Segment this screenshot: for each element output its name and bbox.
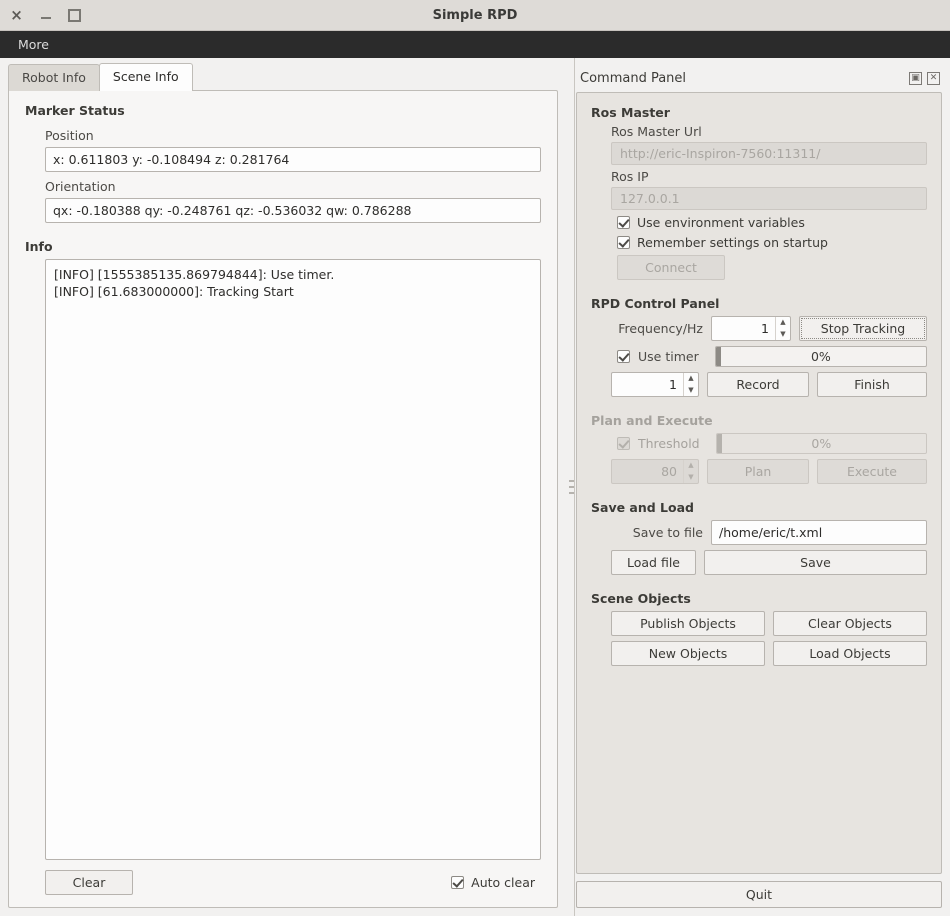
spinner-arrows-icon[interactable]: ▲ ▼ <box>775 317 790 340</box>
ros-ip-input[interactable]: 127.0.0.1 <box>611 187 927 210</box>
checkbox-icon[interactable] <box>617 350 630 363</box>
log-line: [INFO] [61.683000000]: Tracking Start <box>54 284 294 299</box>
frequency-label: Frequency/Hz <box>618 321 703 336</box>
ros-master-url-label: Ros Master Url <box>611 124 702 139</box>
threshold-progress-bar: 0% <box>715 433 927 454</box>
use-environment-variables-label: Use environment variables <box>637 215 805 230</box>
use-environment-variables-row[interactable]: Use environment variables <box>617 215 927 230</box>
info-log-box[interactable]: [INFO] [1555385135.869794844]: Use timer… <box>45 259 541 860</box>
menu-bar: More <box>0 31 950 58</box>
command-panel-title: Command Panel <box>580 70 687 86</box>
auto-clear-label: Auto clear <box>471 875 535 890</box>
plan-button: Plan <box>707 459 809 484</box>
quit-button[interactable]: Quit <box>576 881 942 908</box>
timer-progress-bar: 0% <box>714 346 927 367</box>
checkbox-icon[interactable] <box>617 216 630 229</box>
log-line: [INFO] [1555385135.869794844]: Use timer… <box>54 267 335 282</box>
window-controls <box>0 9 81 22</box>
checkbox-icon <box>617 437 630 450</box>
rpd-control-panel-title: RPD Control Panel <box>591 296 720 311</box>
title-bar: Simple RPD <box>0 0 950 31</box>
orientation-label: Orientation <box>45 179 116 194</box>
spinner-arrows-icon[interactable]: ▲ ▼ <box>683 373 698 396</box>
count-value[interactable]: 1 <box>612 373 683 396</box>
save-and-load-title: Save and Load <box>591 500 694 515</box>
orientation-value-field[interactable]: qx: -0.180388 qy: -0.248761 qz: -0.53603… <box>45 198 541 223</box>
ros-master-title: Ros Master <box>591 105 670 120</box>
maximize-icon[interactable] <box>68 9 81 22</box>
panel-splitter[interactable] <box>566 58 576 916</box>
remember-settings-row[interactable]: Remember settings on startup <box>617 235 927 250</box>
dock-buttons: ▣ ✕ <box>909 71 940 85</box>
frequency-row: Frequency/Hz 1 ▲ ▼ Stop Tracking <box>611 316 927 341</box>
clear-objects-button[interactable]: Clear Objects <box>773 611 927 636</box>
float-icon[interactable]: ▣ <box>909 71 922 85</box>
tab-robot-info[interactable]: Robot Info <box>8 64 100 91</box>
save-to-file-row: Save to file /home/eric/t.xml <box>611 520 927 545</box>
load-file-button[interactable]: Load file <box>611 550 696 575</box>
marker-status-title: Marker Status <box>25 103 125 118</box>
record-button[interactable]: Record <box>707 372 809 397</box>
record-finish-row: 1 ▲ ▼ Record Finish <box>611 372 927 397</box>
use-timer-label: Use timer <box>638 349 699 364</box>
ros-master-url-input[interactable]: http://eric-Inspiron-7560:11311/ <box>611 142 927 165</box>
new-objects-button[interactable]: New Objects <box>611 641 765 666</box>
command-panel-frame: Ros Master Ros Master Url http://eric-In… <box>576 92 942 874</box>
info-controls-row: Clear Auto clear <box>45 870 541 895</box>
stop-tracking-button[interactable]: Stop Tracking <box>799 316 927 341</box>
count-spinbox[interactable]: 1 ▲ ▼ <box>611 372 699 397</box>
position-label: Position <box>45 128 94 143</box>
info-title: Info <box>25 239 53 254</box>
scene-info-panel: Marker Status Position x: 0.611803 y: -0… <box>8 90 558 908</box>
execute-button: Execute <box>817 459 927 484</box>
close-icon[interactable]: ✕ <box>927 71 940 85</box>
left-pane: Robot Info Scene Info Marker Status Posi… <box>0 58 566 916</box>
menu-item-more[interactable]: More <box>12 34 55 55</box>
save-to-file-label: Save to file <box>632 525 703 540</box>
ros-ip-label: Ros IP <box>611 169 649 184</box>
threshold-spinbox: 80 ▲ ▼ <box>611 459 699 484</box>
scene-objects-title: Scene Objects <box>591 591 691 606</box>
use-timer-row: Use timer 0% <box>617 346 927 367</box>
main-body: Robot Info Scene Info Marker Status Posi… <box>0 58 950 916</box>
finish-button[interactable]: Finish <box>817 372 927 397</box>
threshold-value: 80 <box>661 464 677 479</box>
close-icon[interactable] <box>10 9 23 22</box>
save-button[interactable]: Save <box>704 550 927 575</box>
window-title: Simple RPD <box>432 7 518 23</box>
spinner-arrows-icon: ▲ ▼ <box>683 460 698 483</box>
command-panel-header: Command Panel ▣ ✕ <box>576 64 942 92</box>
threshold-label: Threshold <box>638 436 700 451</box>
frequency-value[interactable]: 1 <box>712 317 775 340</box>
minimize-icon[interactable] <box>39 9 52 22</box>
checkbox-icon[interactable] <box>451 876 465 889</box>
tab-bar: Robot Info Scene Info <box>0 63 566 91</box>
checkbox-icon[interactable] <box>617 236 630 249</box>
remember-settings-label: Remember settings on startup <box>637 235 828 250</box>
scene-objects-row-2: New Objects Load Objects <box>611 641 927 666</box>
load-save-row: Load file Save <box>611 550 927 575</box>
plan-execute-row: 80 ▲ ▼ Plan Execute <box>611 459 927 484</box>
scene-objects-row-1: Publish Objects Clear Objects <box>611 611 927 636</box>
right-pane: Command Panel ▣ ✕ Ros Master Ros Master … <box>576 58 950 916</box>
clear-button[interactable]: Clear <box>45 870 133 895</box>
connect-row: Connect <box>617 255 927 280</box>
auto-clear-checkbox-row[interactable]: Auto clear <box>451 875 535 890</box>
splitter-grip-icon <box>568 480 574 494</box>
tab-scene-info[interactable]: Scene Info <box>98 63 193 91</box>
publish-objects-button[interactable]: Publish Objects <box>611 611 765 636</box>
connect-button[interactable]: Connect <box>617 255 725 280</box>
position-value-field[interactable]: x: 0.611803 y: -0.108494 z: 0.281764 <box>45 147 541 172</box>
frequency-spinbox[interactable]: 1 ▲ ▼ <box>711 316 791 341</box>
load-objects-button[interactable]: Load Objects <box>773 641 927 666</box>
plan-and-execute-title: Plan and Execute <box>591 413 713 428</box>
save-to-file-input[interactable]: /home/eric/t.xml <box>711 520 927 545</box>
threshold-row: Threshold 0% <box>617 433 927 454</box>
